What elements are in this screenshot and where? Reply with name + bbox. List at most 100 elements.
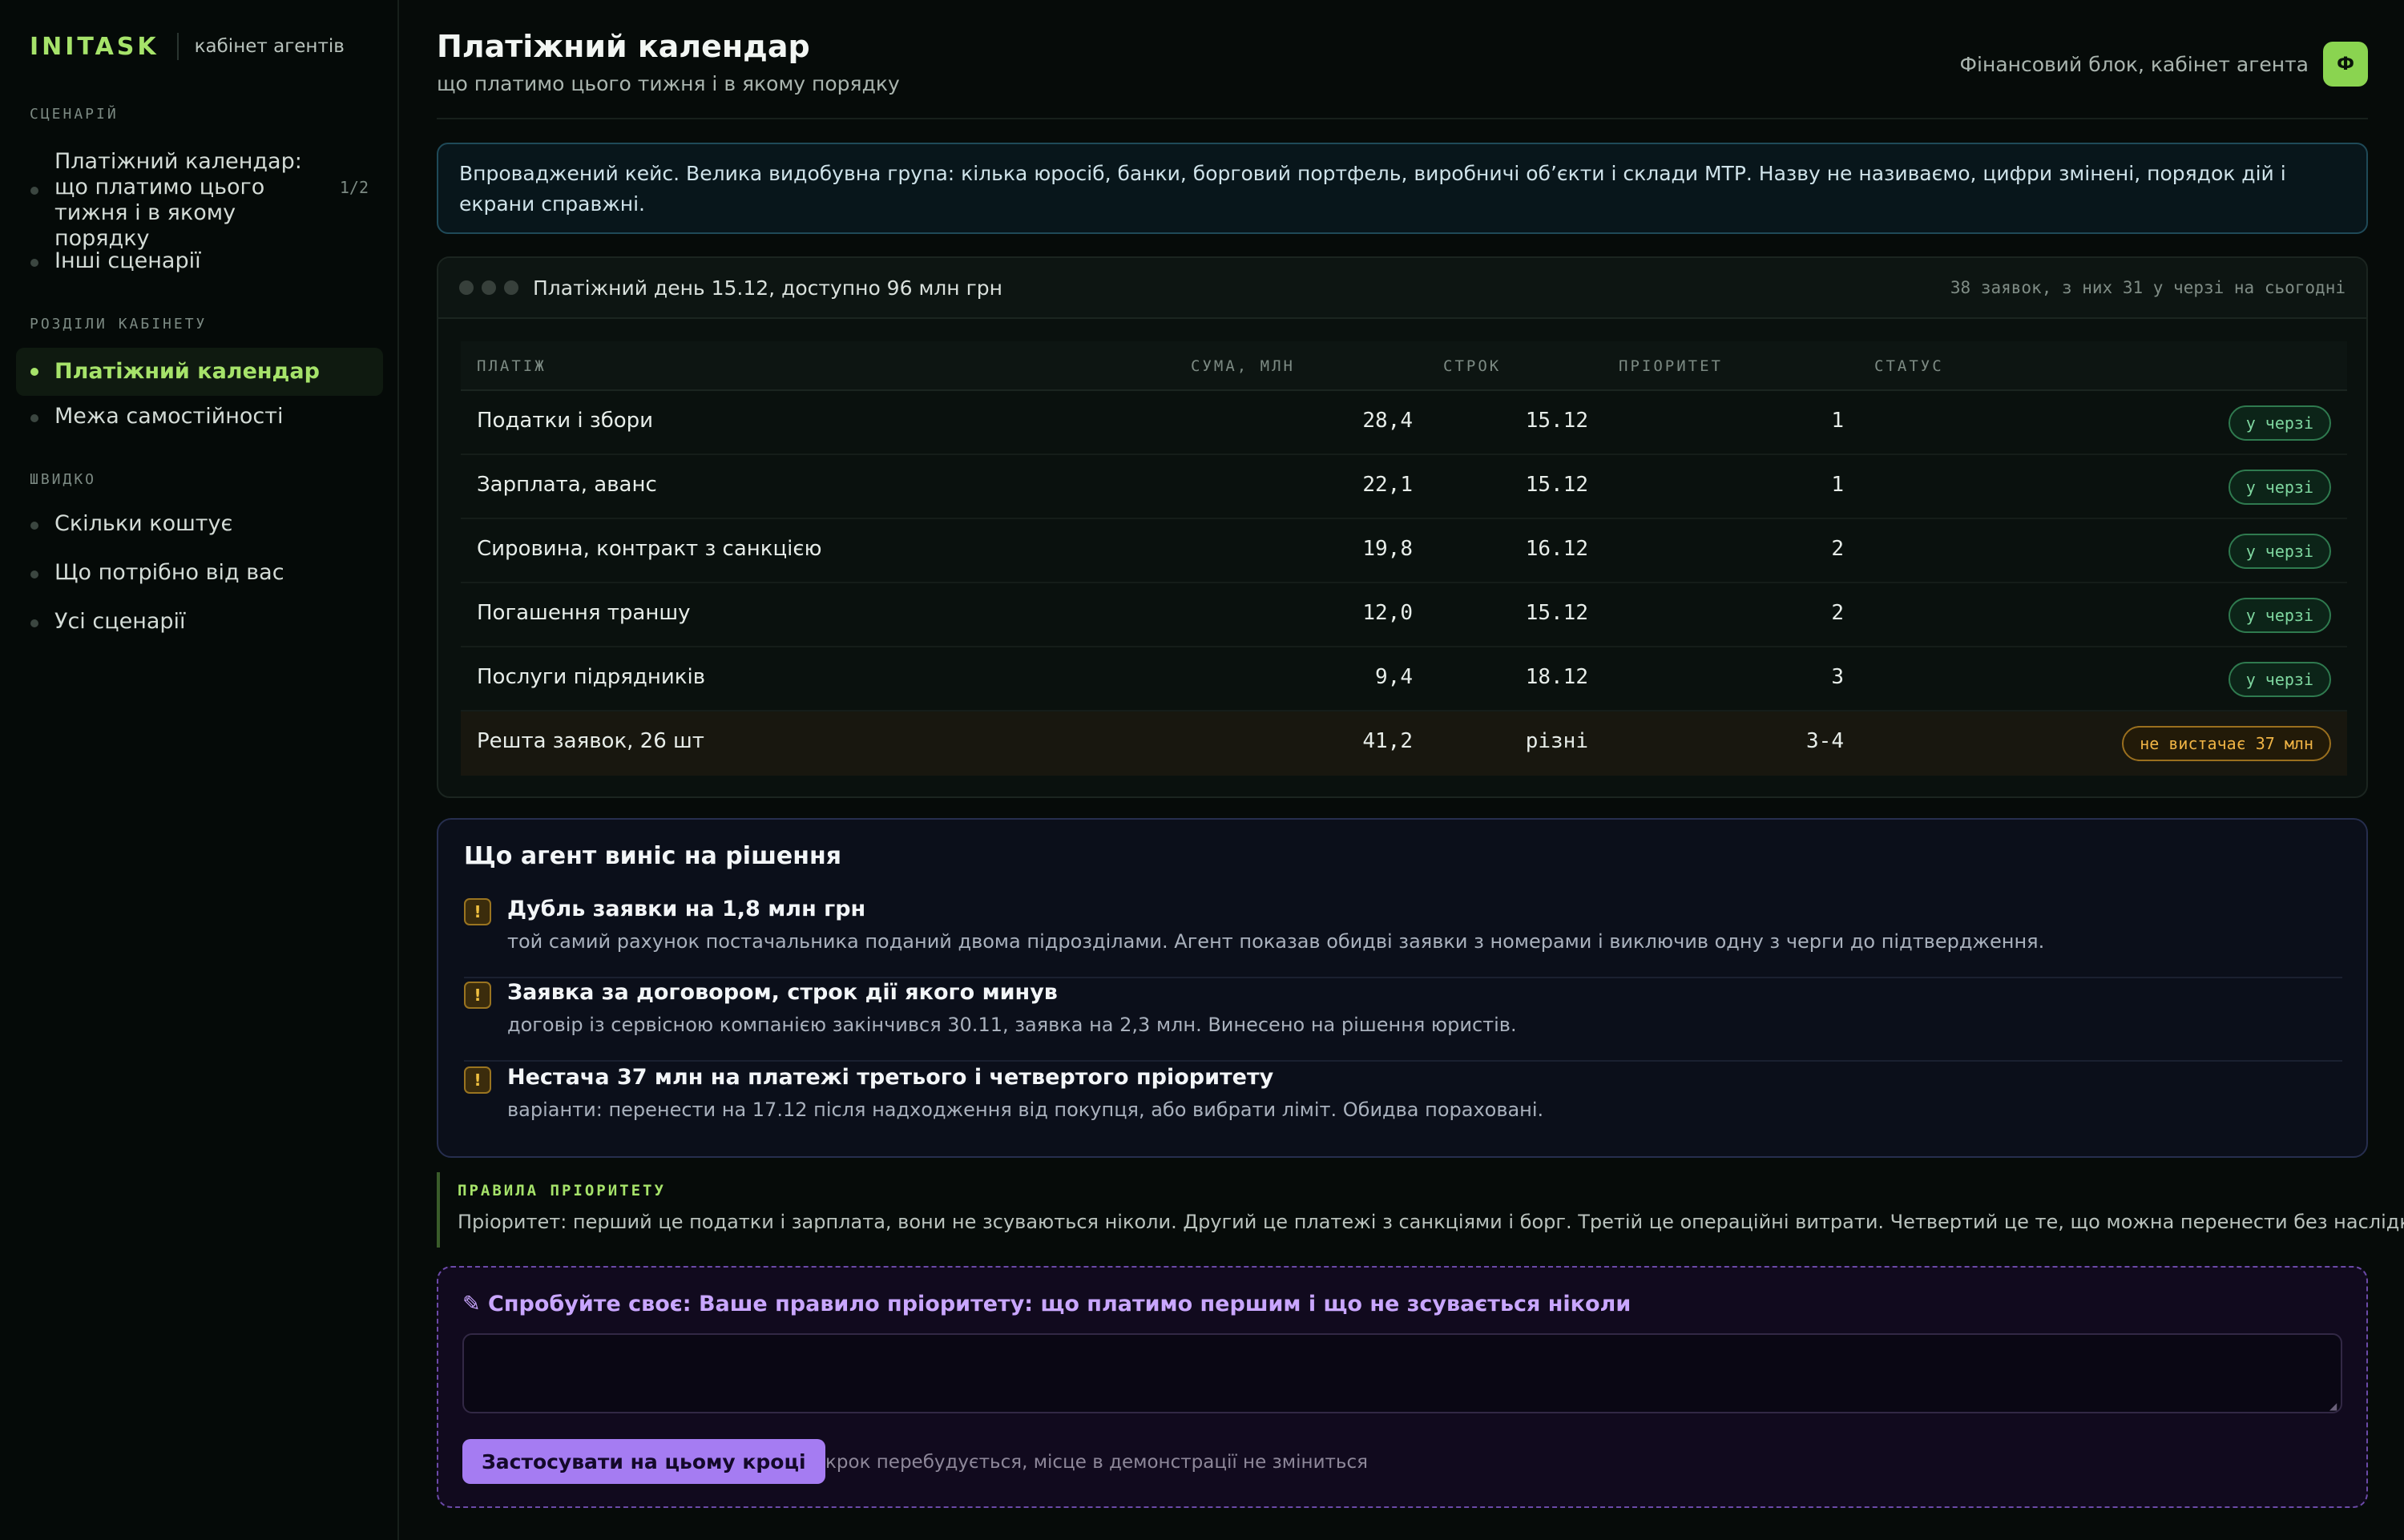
decisions-title: Що агент виніс на рішення — [464, 842, 841, 870]
bullet-icon — [30, 414, 38, 422]
payment-amount: 22,1 — [1362, 473, 1413, 497]
step-counter: 1/2 — [339, 178, 369, 197]
nav-group-title-scenario: СЦЕНАРІЙ — [30, 106, 119, 123]
bullet-icon — [30, 368, 38, 376]
table-row[interactable]: Послуги підрядників 9,4 18.12 3 у черзі — [461, 647, 2347, 712]
avatar[interactable]: Ф — [2323, 42, 2368, 87]
panel-header: Платіжний день 15.12, доступно 96 млн гр… — [438, 258, 2366, 319]
payment-name: Сировина, контракт з санкцією — [477, 537, 822, 561]
payments-table: ПЛАТІЖ СУМА, МЛН СТРОК ПРІОРИТЕТ СТАТУС … — [461, 341, 2347, 776]
page-title: Платіжний календар — [437, 29, 810, 64]
sidebar: INITASK кабінет агентів СЦЕНАРІЙ Платіжн… — [0, 0, 399, 1540]
payment-name: Послуги підрядників — [477, 665, 706, 689]
warning-icon: ! — [464, 1066, 491, 1094]
payment-due: 18.12 — [1525, 665, 1588, 689]
decision-heading: Нестача 37 млн на платежі третього і чет… — [507, 1065, 1274, 1090]
column-header-status: СТАТУС — [1874, 357, 1944, 375]
bullet-icon — [30, 522, 38, 530]
header-account: Фінансовий блок, кабінет агента Ф — [1960, 42, 2368, 87]
panel-title: Платіжний день 15.12, доступно 96 млн гр… — [533, 276, 1002, 300]
sidebar-item-label: Що потрібно від вас — [54, 560, 284, 585]
payment-due: різні — [1525, 729, 1588, 753]
sidebar-item-other-scenarios[interactable]: Інші сценарії — [16, 248, 383, 280]
sidebar-item-payment-calendar[interactable]: Платіжний календар — [16, 348, 383, 396]
status-badge: у черзі — [2228, 470, 2331, 505]
rules-title: ПРАВИЛА ПРІОРИТЕТУ — [458, 1182, 666, 1199]
sidebar-item-autonomy-limit[interactable]: Межа самостійності — [16, 404, 383, 436]
payment-priority: 1 — [1831, 473, 1844, 497]
apply-button[interactable]: Застосувати на цьому кроці — [462, 1439, 825, 1484]
brand: INITASK кабінет агентів — [30, 30, 345, 62]
sidebar-item-label: Платіжний календар — [54, 359, 320, 384]
decision-description: той самий рахунок постачальника поданий … — [507, 930, 2045, 953]
try-your-rule: ✎ Спробуйте своє: Ваше правило пріоритет… — [437, 1266, 2368, 1508]
payment-amount: 28,4 — [1362, 409, 1413, 433]
payment-priority: 2 — [1831, 537, 1844, 561]
payment-amount: 12,0 — [1362, 601, 1413, 625]
intro-note: Впроваджений кейс. Велика видобувна груп… — [437, 143, 2368, 234]
sidebar-item-label: Межа самостійності — [54, 404, 284, 429]
sidebar-item-pricing[interactable]: Скільки коштує — [16, 511, 383, 543]
sidebar-item-all-scenarios[interactable]: Усі сценарії — [16, 609, 383, 641]
table-row-remaining[interactable]: Решта заявок, 26 шт 41,2 різні 3-4 не ви… — [461, 712, 2347, 776]
sidebar-item-label: Інші сценарії — [54, 248, 201, 273]
payment-priority: 1 — [1831, 409, 1844, 433]
priority-rules: ПРАВИЛА ПРІОРИТЕТУ Пріоритет: перший це … — [437, 1172, 2404, 1248]
decision-heading: Заявка за договором, строк дії якого мин… — [507, 980, 1058, 1005]
table-row[interactable]: Податки і збори 28,4 15.12 1 у черзі — [461, 391, 2347, 455]
page-subtitle: що платимо цього тижня і в якому порядку — [437, 72, 900, 95]
payment-amount: 41,2 — [1362, 729, 1413, 753]
decision-heading: Дубль заявки на 1,8 млн грн — [507, 897, 866, 921]
account-owner: Фінансовий блок, кабінет агента — [1959, 52, 2309, 76]
payment-name: Погашення траншу — [477, 601, 691, 625]
decision-item[interactable]: ! Заявка за договором, строк дії якого м… — [464, 978, 2342, 1062]
status-badge: у черзі — [2228, 534, 2331, 569]
table-row[interactable]: Погашення траншу 12,0 15.12 2 у черзі — [461, 583, 2347, 647]
rules-text: Пріоритет: перший це податки і зарплата,… — [458, 1211, 2404, 1233]
bullet-icon — [30, 259, 38, 267]
rule-input[interactable] — [462, 1333, 2342, 1413]
window-dots-icon — [459, 280, 518, 295]
decision-item[interactable]: ! Дубль заявки на 1,8 млн грн той самий … — [464, 895, 2342, 978]
main-content: Платіжний календар що платимо цього тижн… — [437, 0, 2404, 1540]
payment-priority: 2 — [1831, 601, 1844, 625]
bullet-icon — [30, 619, 38, 627]
sidebar-item-payment-scenario[interactable]: Платіжний календар: що платимо цього тиж… — [16, 149, 383, 251]
table-row[interactable]: Сировина, контракт з санкцією 19,8 16.12… — [461, 519, 2347, 583]
payment-name: Зарплата, аванс — [477, 473, 657, 497]
sidebar-item-requirements[interactable]: Що потрібно від вас — [16, 560, 383, 592]
brand-logo: INITASK — [30, 32, 159, 61]
brand-divider — [176, 33, 179, 60]
status-badge: у черзі — [2228, 598, 2331, 633]
payment-due: 15.12 — [1525, 601, 1588, 625]
column-header-amount: СУМА, МЛН — [1191, 357, 1295, 375]
warning-icon: ! — [464, 982, 491, 1009]
status-badge-shortfall: не вистачає 37 млн — [2122, 726, 2331, 761]
try-title: ✎ Спробуйте своє: Ваше правило пріоритет… — [462, 1292, 1632, 1316]
resize-handle-icon[interactable]: ◢ — [2329, 1401, 2339, 1412]
header-divider — [437, 118, 2368, 119]
column-header-priority: ПРІОРИТЕТ — [1619, 357, 1723, 375]
payment-day-panel: Платіжний день 15.12, доступно 96 млн гр… — [437, 256, 2368, 798]
decision-description: варіанти: перенести на 17.12 після надхо… — [507, 1099, 1544, 1121]
table-row[interactable]: Зарплата, аванс 22,1 15.12 1 у черзі — [461, 455, 2347, 519]
sidebar-item-label: Усі сценарії — [54, 609, 186, 634]
payment-name: Решта заявок, 26 шт — [477, 729, 704, 753]
status-badge: у черзі — [2228, 405, 2331, 441]
decision-item[interactable]: ! Нестача 37 млн на платежі третього і ч… — [464, 1063, 2342, 1147]
column-header-payment: ПЛАТІЖ — [477, 357, 547, 375]
bullet-icon — [30, 187, 38, 195]
payment-priority: 3 — [1831, 665, 1844, 689]
payment-due: 15.12 — [1525, 409, 1588, 433]
brand-subtitle: кабінет агентів — [194, 36, 345, 57]
payment-priority: 3-4 — [1806, 729, 1844, 753]
nav-group-title-quick: ШВИДКО — [30, 471, 97, 488]
payment-due: 15.12 — [1525, 473, 1588, 497]
try-note: крок перебудується, місце в демонстрації… — [825, 1452, 1368, 1473]
nav-group-title-sections: РОЗДІЛИ КАБІНЕТУ — [30, 316, 208, 333]
sidebar-item-label: Платіжний календар: що платимо цього тиж… — [54, 149, 302, 251]
sidebar-item-label: Скільки коштує — [54, 511, 233, 536]
column-header-due: СТРОК — [1443, 357, 1502, 375]
payment-due: 16.12 — [1525, 537, 1588, 561]
payment-name: Податки і збори — [477, 409, 654, 433]
